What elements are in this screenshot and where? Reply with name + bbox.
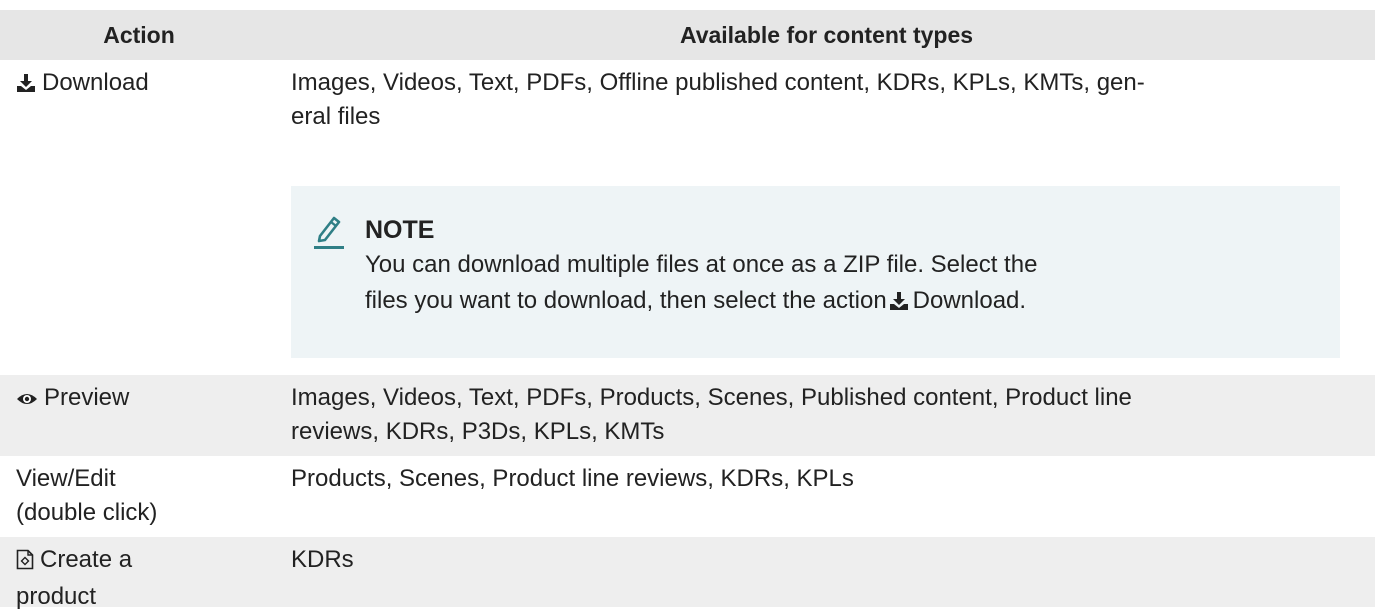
content-types-line: eral files — [291, 103, 381, 130]
action-label: (double click) — [16, 499, 158, 526]
note-title: NOTE — [365, 216, 435, 244]
action-label: Download — [42, 69, 149, 96]
table-row-preview: Preview Images, Videos, Text, PDFs, Prod… — [0, 375, 1375, 456]
header-action: Action — [103, 22, 175, 48]
action-label: Preview — [44, 384, 130, 411]
content-types-cell: KDRs — [291, 543, 1351, 577]
eye-icon — [16, 384, 38, 418]
header-content-types: Available for content types — [679, 22, 974, 48]
note-body-line: files you want to download, then select … — [365, 283, 1325, 322]
content-types-cell: Images, Videos, Text, PDFs, Products, Sc… — [291, 381, 1351, 449]
action-label: product — [16, 583, 97, 610]
action-label: View/Edit — [16, 465, 116, 492]
content-types-line: Images, Videos, Text, PDFs, Offline publ… — [291, 69, 1145, 96]
action-cell: View/Edit (double click) — [16, 462, 271, 530]
content-types-line: KDRs — [291, 546, 354, 573]
content-types-line: reviews, KDRs, P3Ds, KPLs, KMTs — [291, 418, 665, 445]
table-header-row: Action Available for content types — [0, 10, 1375, 60]
note-box: NOTE You can download multiple files at … — [291, 186, 1340, 358]
note-action-name: Download. — [912, 287, 1027, 314]
content-actions-table: Action Available for content types Downl… — [0, 10, 1375, 610]
table-row-create-product: Create a product KDRs — [0, 537, 1375, 610]
note-body-line: You can download multiple files at once … — [365, 251, 1038, 278]
note-body-text: files you want to download, then select … — [365, 287, 887, 314]
table-row-view-edit: View/Edit (double click) Products, Scene… — [0, 456, 1375, 537]
action-cell: Create a product — [16, 543, 271, 614]
content-types-line: Products, Scenes, Product line reviews, … — [291, 465, 854, 492]
action-cell: Preview — [16, 381, 271, 418]
content-types-cell: Products, Scenes, Product line reviews, … — [291, 462, 1351, 496]
action-cell: Download — [16, 66, 271, 103]
pencil-icon — [312, 210, 346, 250]
download-icon — [16, 69, 36, 103]
content-types-cell: Images, Videos, Text, PDFs, Offline publ… — [291, 66, 1351, 134]
create-product-icon — [16, 546, 34, 580]
content-types-line: Images, Videos, Text, PDFs, Products, Sc… — [291, 384, 1132, 411]
download-icon — [889, 286, 909, 322]
action-label-line: Create a — [16, 543, 271, 580]
action-label: Create a — [40, 546, 133, 573]
note-body: You can download multiple files at once … — [365, 247, 1325, 322]
table-row-download: Download Images, Videos, Text, PDFs, Off… — [0, 60, 1375, 375]
